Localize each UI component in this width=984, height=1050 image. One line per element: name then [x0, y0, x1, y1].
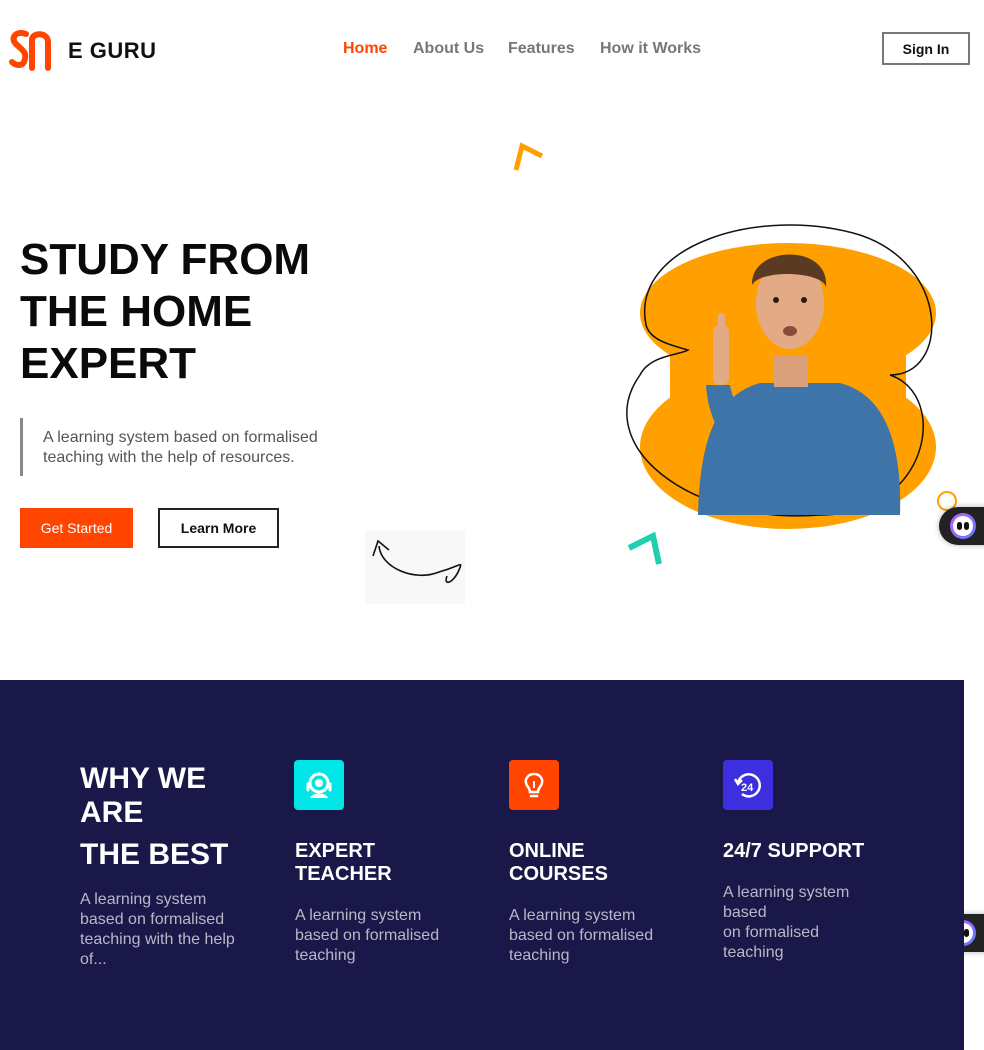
assistant-face-icon — [950, 513, 976, 539]
nav-how-it-works[interactable]: How it Works — [600, 40, 701, 58]
feature-description: A learning system based on formalised te… — [509, 907, 654, 964]
hero-description: A learning system based on formalised te… — [20, 418, 350, 476]
section-description: A learning system based on formalised te… — [80, 891, 235, 968]
feature-description-line: teaching — [723, 944, 784, 961]
section-heading: WHY WE ARE THE BEST — [80, 762, 228, 872]
brand-logo-icon[interactable] — [8, 28, 54, 72]
hero-title-line: EXPERT — [20, 339, 197, 388]
feature-title-line: ONLINE — [509, 840, 585, 862]
hero-title-line: STUDY FROM — [20, 235, 311, 284]
hero-title-line: THE HOME — [20, 287, 253, 336]
feature-description-line: based — [723, 904, 767, 921]
feature-title-line: COURSES — [509, 863, 608, 885]
chat-assistant-button[interactable] — [939, 507, 984, 545]
lightbulb-icon — [509, 760, 559, 810]
section-heading-line: THE BEST — [80, 838, 229, 871]
section-heading-line: WHY WE — [80, 762, 207, 795]
brand-name[interactable]: E GURU — [68, 38, 157, 64]
learn-more-button[interactable]: Learn More — [158, 508, 279, 548]
feature-title-line: 24/7 SUPPORT — [723, 840, 865, 862]
feature-title-line: TEACHER — [295, 863, 392, 885]
support-24-icon: 24 — [723, 760, 773, 810]
sign-in-button[interactable]: Sign In — [882, 32, 970, 65]
feature-title-support: 24/7 SUPPORT — [723, 840, 864, 863]
feature-title-line: EXPERT — [295, 840, 376, 862]
get-started-button[interactable]: Get Started — [20, 508, 133, 548]
feature-description-line: on formalised — [723, 924, 820, 941]
curved-arrow-icon — [372, 539, 462, 583]
feature-description: A learning system based on formalised te… — [295, 907, 440, 964]
feature-description: A learning system based on formalised te… — [723, 883, 893, 963]
feature-title-expert-teacher: EXPERT TEACHER — [295, 840, 392, 886]
hero-title: STUDY FROM THE HOME EXPERT — [20, 234, 360, 390]
feature-description-line: A learning system — [723, 884, 850, 901]
arrow-sketch-box — [365, 530, 465, 604]
hero-illustration — [626, 224, 936, 529]
nav-about-us[interactable]: About Us — [413, 40, 484, 58]
svg-text:24: 24 — [741, 782, 754, 794]
teacher-headset-icon — [294, 760, 344, 810]
feature-title-online-courses: ONLINE COURSES — [509, 840, 608, 886]
orange-chevron-decoration-icon — [513, 142, 544, 171]
section-heading-line: ARE — [80, 796, 144, 829]
nav-features[interactable]: Features — [508, 40, 575, 58]
nav-home[interactable]: Home — [343, 40, 387, 58]
